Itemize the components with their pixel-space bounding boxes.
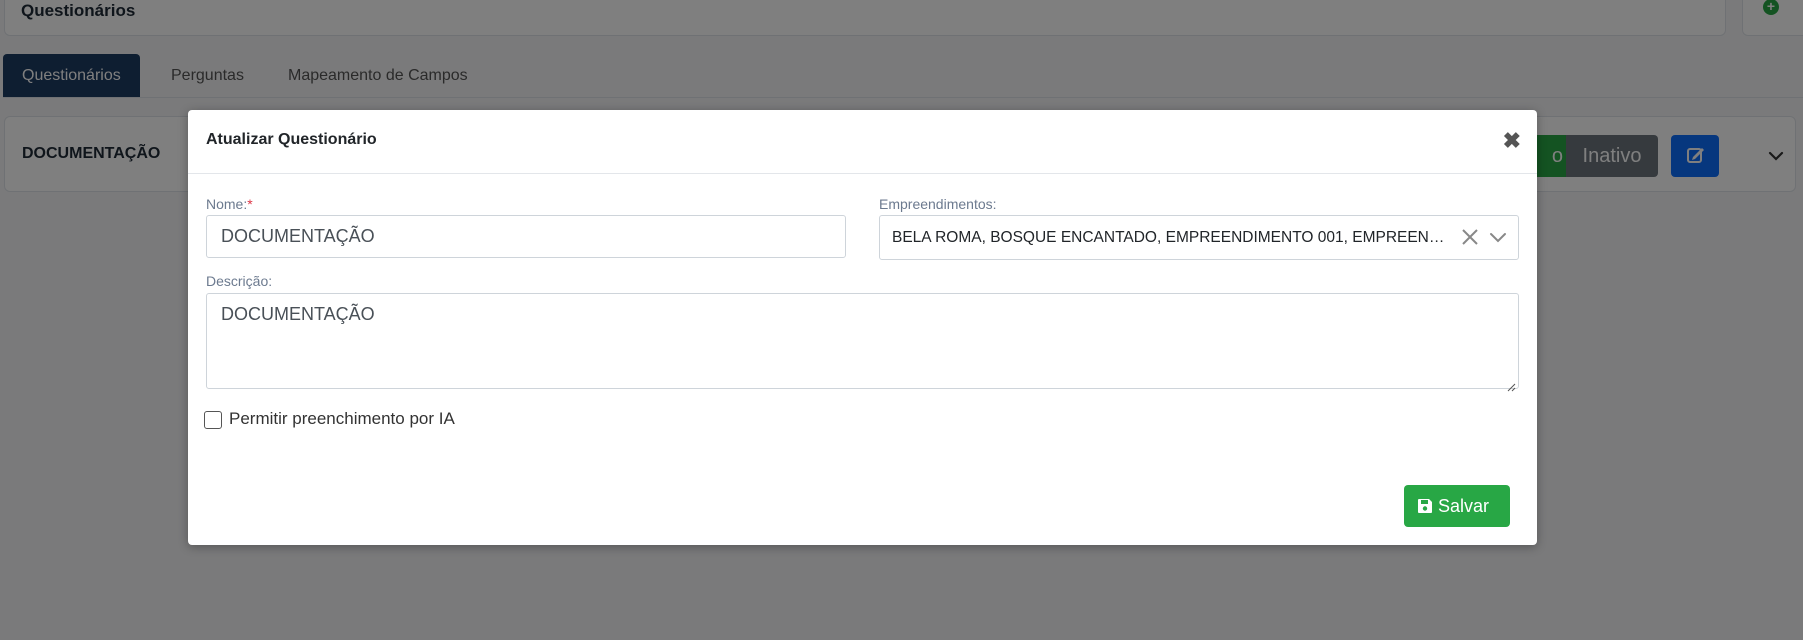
save-icon: [1418, 499, 1432, 513]
update-questionnaire-modal: Atualizar Questionário ✖ Nome:* DOCUMENT…: [188, 110, 1537, 545]
ia-checkbox[interactable]: [204, 411, 222, 429]
nome-label: Nome:*: [206, 196, 253, 212]
ia-checkbox-label[interactable]: Permitir preenchimento por IA: [229, 409, 455, 429]
descricao-label: Descrição:: [206, 273, 273, 289]
save-button[interactable]: Salvar: [1404, 485, 1510, 527]
descricao-textarea[interactable]: DOCUMENTAÇÃO: [206, 293, 1519, 392]
empreendimentos-value: BELA ROMA, BOSQUE ENCANTADO, EMPREENDIME…: [892, 229, 1452, 246]
resize-handle-icon[interactable]: [1506, 376, 1516, 392]
empreendimentos-label: Empreendimentos:: [879, 196, 997, 212]
modal-header: Atualizar Questionário ✖: [188, 110, 1537, 174]
descricao-value: DOCUMENTAÇÃO: [221, 304, 375, 324]
required-mark: *: [247, 196, 253, 212]
chevron-down-icon[interactable]: [1486, 225, 1510, 249]
nome-input[interactable]: DOCUMENTAÇÃO: [206, 215, 846, 258]
empreendimentos-select[interactable]: BELA ROMA, BOSQUE ENCANTADO, EMPREENDIME…: [879, 215, 1519, 260]
save-label: Salvar: [1438, 496, 1490, 516]
clear-x-icon[interactable]: [1458, 225, 1482, 249]
close-icon[interactable]: ✖: [1503, 130, 1521, 152]
nome-value: DOCUMENTAÇÃO: [221, 226, 375, 246]
modal-title: Atualizar Questionário: [206, 131, 377, 148]
